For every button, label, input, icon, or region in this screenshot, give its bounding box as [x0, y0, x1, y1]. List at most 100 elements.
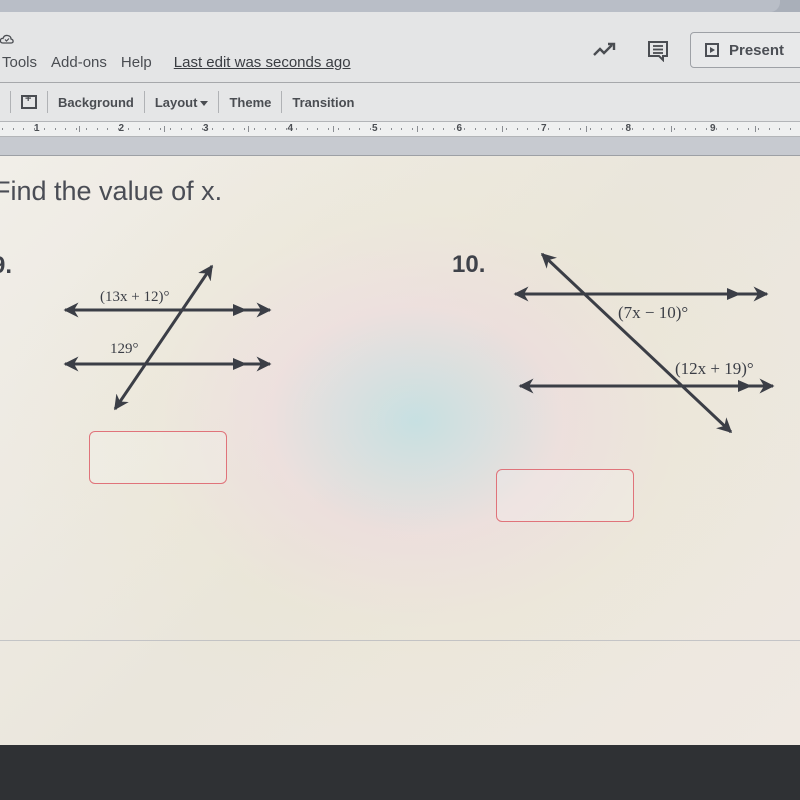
ruler-minor-tick — [453, 128, 455, 130]
problem-9-answer-box[interactable] — [89, 431, 227, 484]
toolbar-background[interactable]: Background — [58, 95, 134, 110]
ruler-minor-tick — [779, 128, 780, 130]
toolbar-divider — [10, 91, 11, 113]
ruler-minor-tick — [285, 128, 287, 130]
instruction-text: Find the value of x. — [0, 176, 223, 206]
ruler-minor-tick — [107, 128, 108, 130]
ruler-minor-tick — [495, 128, 497, 130]
ruler-minor-tick — [275, 128, 276, 130]
problem-10-answer-box[interactable] — [496, 469, 634, 522]
slide-canvas[interactable]: Find the value of x. 9. (13x + 12)° 129°… — [0, 156, 800, 745]
ruler-minor-tick — [506, 128, 507, 130]
ruler-minor-tick — [768, 128, 770, 130]
problem-10-figure: (7x − 10)° (12x + 19)° — [513, 252, 775, 434]
ruler-number: 3 — [203, 123, 209, 134]
menu-addons[interactable]: Add-ons — [51, 54, 107, 71]
ruler-minor-tick — [201, 128, 203, 130]
toolbar: Background Layout Theme Transition — [0, 83, 800, 122]
toolbar-divider — [47, 91, 48, 113]
present-button[interactable]: Present — [690, 32, 800, 68]
ruler-minor-tick — [138, 128, 140, 130]
ruler-minor-tick — [369, 128, 371, 130]
activity-trend-icon[interactable] — [593, 42, 617, 58]
ruler-minor-tick — [128, 128, 129, 130]
ruler-minor-tick — [159, 128, 161, 130]
ruler-minor-tick — [632, 128, 633, 130]
ruler-minor-tick — [401, 128, 402, 130]
ruler-minor-tick — [264, 128, 266, 130]
ruler-minor-tick — [327, 128, 329, 130]
ruler-minor-tick — [600, 128, 602, 130]
ruler-minor-tick — [222, 128, 224, 130]
ruler-minor-tick — [23, 128, 24, 130]
toolbar-divider — [281, 91, 283, 113]
ruler-minor-tick — [527, 128, 528, 130]
ruler-minor-tick — [737, 128, 738, 130]
ruler-minor-tick — [44, 128, 45, 130]
ruler-number: 2 — [118, 123, 125, 134]
ruler-minor-tick — [65, 128, 66, 130]
menu-bar: Tools Add-ons Help Last edit was seconds… — [2, 54, 351, 71]
ruler-tick — [755, 126, 757, 132]
ruler-number: 6 — [456, 123, 463, 134]
ruler-minor-tick — [306, 128, 308, 130]
ruler-minor-tick — [86, 128, 87, 130]
ruler-minor-tick — [348, 128, 350, 130]
ruler-minor-tick — [674, 128, 675, 130]
ruler-minor-tick — [359, 128, 360, 130]
ruler-minor-tick — [558, 128, 560, 130]
last-edit-link[interactable]: Last edit was seconds ago — [174, 54, 351, 71]
ruler-tick — [670, 126, 672, 132]
ruler-minor-tick — [464, 128, 465, 130]
ruler-minor-tick — [2, 128, 3, 130]
toolbar-transition[interactable]: Transition — [292, 95, 354, 110]
parallel-mark-icon — [738, 380, 752, 392]
angle-label-13x-12: (13x + 12)° — [100, 289, 169, 305]
browser-tab[interactable] — [0, 0, 780, 12]
ruler-number: 9 — [710, 123, 716, 134]
ruler-minor-tick — [180, 128, 182, 130]
ruler-minor-tick — [117, 128, 119, 130]
ruler-minor-tick — [474, 128, 476, 130]
ruler-minor-tick — [579, 128, 581, 130]
ruler-tick — [332, 126, 334, 132]
problem-9-figure: (13x + 12)° 129° — [63, 264, 272, 411]
ruler-minor-tick — [149, 128, 150, 130]
scan-line — [0, 640, 800, 641]
ruler-minor-tick — [390, 128, 392, 130]
ruler-minor-tick — [621, 128, 623, 130]
ruler-tick — [163, 126, 165, 132]
ruler-tick — [248, 126, 250, 132]
problem-9-number: 9. — [0, 252, 13, 279]
menu-help[interactable]: Help — [121, 54, 152, 71]
ruler-minor-tick — [296, 128, 297, 130]
ruler-minor-tick — [422, 128, 423, 130]
menu-tools[interactable]: Tools — [2, 54, 37, 71]
comments-icon[interactable] — [647, 40, 669, 62]
ruler-gutter — [0, 137, 800, 156]
add-comment-icon[interactable] — [21, 93, 37, 109]
ruler-minor-tick — [75, 128, 77, 130]
angle-label-129: 129° — [110, 341, 139, 357]
ruler-minor-tick — [12, 128, 14, 130]
toolbar-theme[interactable]: Theme — [229, 95, 271, 110]
ruler-minor-tick — [243, 128, 245, 130]
ruler-tick — [417, 126, 419, 132]
monitor-bezel — [0, 745, 800, 800]
toolbar-divider — [143, 91, 145, 113]
angle-label-12x-19: (12x + 19)° — [675, 359, 754, 378]
transversal-line — [540, 252, 733, 434]
ruler-number: 5 — [372, 123, 378, 134]
toolbar-layout[interactable]: Layout — [155, 95, 209, 110]
ruler-minor-tick — [789, 128, 791, 130]
ruler-minor-tick — [411, 128, 413, 130]
horizontal-ruler[interactable]: 1 2 3 4 5 6 7 8 9 — [0, 122, 800, 137]
ruler-minor-tick — [695, 128, 696, 130]
ruler-minor-tick — [233, 128, 234, 130]
ruler-number: 8 — [625, 123, 632, 134]
browser-tab-strip — [0, 0, 800, 12]
ruler-minor-tick — [96, 128, 98, 130]
present-play-icon — [705, 43, 719, 57]
ruler-number: 4 — [287, 123, 294, 134]
app-header — [0, 12, 800, 83]
